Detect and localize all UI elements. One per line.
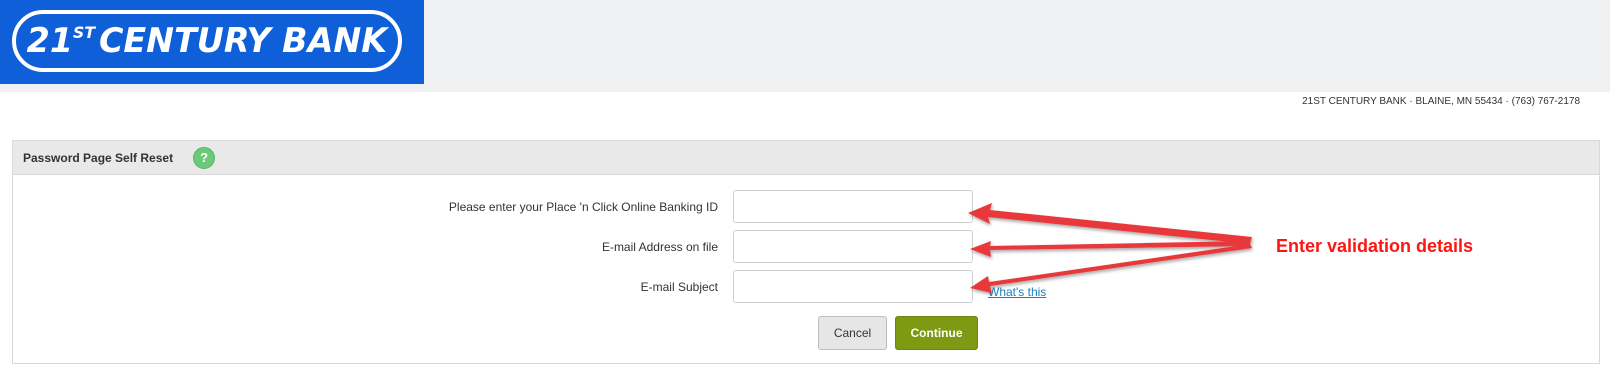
logo-text: 21ST CENTURY BANK [27,21,387,61]
email-label: E-mail Address on file [100,230,718,263]
subject-input[interactable] [733,270,973,303]
panel-header: Password Page Self Reset ? [13,141,1599,175]
bank-contact-info: 21ST CENTURY BANK · BLAINE, MN 55434 · (… [1302,96,1580,107]
banking-id-label-text: Please enter your Place 'n Click Online … [448,199,718,214]
banking-id-label: Please enter your Place 'n Click Online … [100,190,718,223]
banking-id-input[interactable] [733,190,973,223]
subject-label-text: E-mail Subject [640,279,718,294]
whats-this-link[interactable]: What's this [988,285,1046,299]
email-label-text: E-mail Address on file [601,239,718,254]
email-input[interactable] [733,230,973,263]
annotation-text: Enter validation details [1276,236,1474,256]
logo-superscript: ST [73,23,96,42]
continue-button[interactable]: Continue [895,316,978,350]
cancel-button[interactable]: Cancel [818,316,887,350]
logo-outline: 21ST CENTURY BANK [12,10,402,72]
bank-logo[interactable]: 21ST CENTURY BANK [0,0,424,84]
logo-number: 21 [26,21,74,61]
logo-name: CENTURY BANK [99,21,388,61]
help-icon[interactable]: ? [193,146,216,169]
panel-title: Password Page Self Reset [23,150,174,165]
subject-label: E-mail Subject [100,270,718,303]
